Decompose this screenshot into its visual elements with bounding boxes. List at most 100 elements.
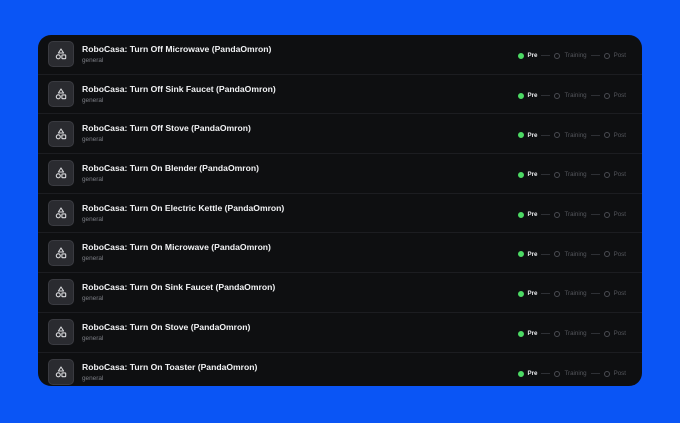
- task-title: RoboCasa: Turn On Sink Faucet (PandaOmro…: [82, 281, 276, 292]
- stage-progress: Pre Training Post: [517, 171, 626, 179]
- task-row[interactable]: RoboCasa: Turn Off Microwave (PandaOmron…: [38, 35, 642, 75]
- stage-pre: Pre: [517, 171, 537, 178]
- stage-pre: Pre: [517, 92, 537, 99]
- stage-training-label: Training: [564, 52, 587, 60]
- stage-pre: Pre: [517, 290, 538, 298]
- status-dot-icon: [517, 290, 524, 297]
- status-dot-icon: [603, 52, 610, 59]
- stage-connector: [590, 253, 600, 255]
- stage-training-label: Training: [564, 171, 587, 179]
- stage-progress: Pre Training Post: [517, 250, 626, 258]
- stage-post: Post: [603, 290, 626, 298]
- stage-connector: [590, 134, 600, 136]
- stage-connector: [590, 55, 600, 57]
- task-text: RoboCasa: Turn Off Sink Faucet (PandaOmr…: [82, 84, 518, 105]
- task-category: general: [82, 294, 104, 302]
- task-category: general: [82, 334, 104, 342]
- status-dot-icon: [603, 92, 610, 99]
- status-dot-icon: [517, 251, 524, 258]
- stage-training-label: Training: [564, 330, 587, 338]
- stage-connector: [541, 95, 551, 97]
- shapes-icon: [48, 279, 74, 306]
- status-dot-icon: [554, 52, 561, 59]
- status-dot-icon: [554, 330, 561, 337]
- status-dot-icon: [517, 52, 524, 59]
- status-dot-icon: [554, 132, 561, 139]
- task-category: general: [82, 175, 104, 183]
- task-row[interactable]: RoboCasa: Turn On Toaster (PandaOmron) g…: [38, 353, 642, 387]
- stage-connector: [590, 333, 600, 335]
- stage-post-label: Post: [613, 290, 626, 298]
- stage-training: Training: [554, 290, 587, 297]
- stage-connector: [541, 55, 551, 57]
- status-dot-icon: [517, 330, 524, 337]
- stage-training-label: Training: [564, 370, 587, 378]
- status-dot-icon: [554, 171, 561, 178]
- stage-post-label: Post: [613, 52, 626, 60]
- status-dot-icon: [603, 132, 610, 139]
- stage-post: Post: [603, 211, 626, 219]
- shapes-icon: [48, 239, 74, 266]
- task-list: RoboCasa: Turn Off Microwave (PandaOmron…: [38, 35, 642, 386]
- task-row[interactable]: RoboCasa: Turn On Stove (PandaOmron) gen…: [38, 313, 642, 353]
- stage-training: Training: [554, 251, 587, 258]
- stage-pre-label: Pre: [527, 250, 538, 258]
- stage-connector: [541, 134, 551, 136]
- task-row[interactable]: RoboCasa: Turn Off Stove (PandaOmron) ge…: [38, 114, 642, 155]
- stage-post: Post: [603, 171, 626, 178]
- stage-pre-label: Pre: [527, 290, 538, 298]
- stage-training-label: Training: [564, 131, 587, 139]
- stage-pre: Pre: [517, 250, 538, 258]
- stage-post-label: Post: [613, 250, 626, 258]
- status-dot-icon: [603, 330, 610, 337]
- stage-training: Training: [554, 370, 587, 378]
- task-text: RoboCasa: Turn On Stove (PandaOmron) gen…: [82, 322, 518, 343]
- task-title: RoboCasa: Turn On Blender (PandaOmron): [82, 162, 259, 173]
- task-title: RoboCasa: Turn Off Stove (PandaOmron): [82, 123, 251, 134]
- stage-pre: Pre: [517, 211, 537, 218]
- status-dot-icon: [603, 251, 610, 258]
- task-text: RoboCasa: Turn On Blender (PandaOmron) g…: [82, 163, 518, 184]
- stage-training-label: Training: [564, 211, 587, 219]
- stage-post-label: Post: [613, 370, 626, 378]
- shapes-icon: [48, 41, 74, 68]
- shapes-icon: [48, 200, 74, 227]
- status-dot-icon: [554, 211, 561, 218]
- stage-post: Post: [603, 330, 626, 337]
- stage-progress: Pre Training Post: [517, 290, 626, 298]
- status-dot-icon: [603, 370, 610, 377]
- stage-connector: [590, 373, 600, 375]
- stage-pre-label: Pre: [527, 370, 538, 378]
- task-row[interactable]: RoboCasa: Turn On Blender (PandaOmron) g…: [38, 154, 642, 194]
- task-row[interactable]: RoboCasa: Turn On Sink Faucet (PandaOmro…: [38, 273, 642, 313]
- stage-post-label: Post: [613, 131, 626, 139]
- stage-pre: Pre: [517, 132, 537, 139]
- task-row[interactable]: RoboCasa: Turn Off Sink Faucet (PandaOmr…: [38, 75, 642, 115]
- stage-post-label: Post: [613, 211, 626, 219]
- stage-post: Post: [603, 131, 626, 139]
- stage-progress: Pre Training Post: [517, 370, 626, 378]
- status-dot-icon: [554, 290, 561, 297]
- status-dot-icon: [554, 251, 561, 258]
- status-dot-icon: [517, 132, 524, 139]
- task-title: RoboCasa: Turn On Toaster (PandaOmron): [82, 361, 258, 372]
- task-row[interactable]: RoboCasa: Turn On Microwave (PandaOmron)…: [38, 233, 642, 274]
- stage-progress: Pre Training Post: [517, 92, 626, 99]
- stage-training: Training: [554, 92, 587, 99]
- stage-progress: Pre Training Post: [517, 52, 626, 60]
- shapes-icon: [48, 319, 74, 346]
- status-dot-icon: [517, 92, 524, 99]
- task-row[interactable]: RoboCasa: Turn On Electric Kettle (Panda…: [38, 194, 642, 234]
- task-text: RoboCasa: Turn On Microwave (PandaOmron)…: [82, 242, 518, 263]
- task-title: RoboCasa: Turn Off Microwave (PandaOmron…: [82, 43, 272, 54]
- status-dot-icon: [554, 370, 561, 377]
- stage-post: Post: [603, 370, 626, 378]
- task-category: general: [82, 56, 104, 64]
- stage-pre-label: Pre: [527, 52, 538, 60]
- status-dot-icon: [517, 370, 524, 377]
- task-text: RoboCasa: Turn On Toaster (PandaOmron) g…: [82, 362, 518, 383]
- task-title: RoboCasa: Turn Off Sink Faucet (PandaOmr…: [82, 83, 276, 94]
- task-text: RoboCasa: Turn Off Stove (PandaOmron) ge…: [82, 123, 518, 144]
- stage-pre-label: Pre: [527, 330, 538, 338]
- status-dot-icon: [603, 171, 610, 178]
